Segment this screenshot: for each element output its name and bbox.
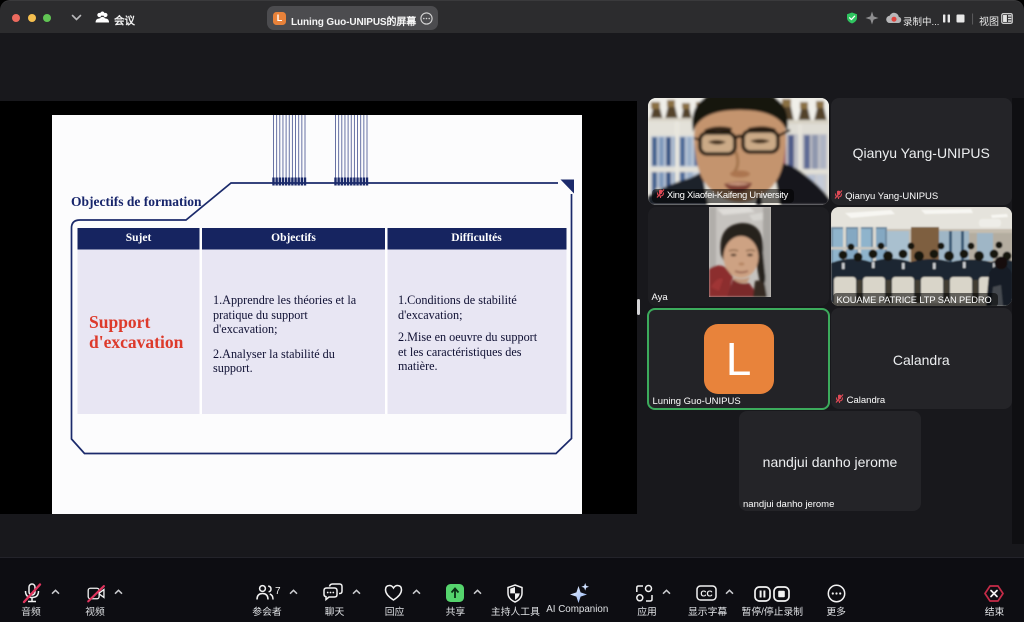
svg-text:CC: CC [700, 589, 712, 599]
